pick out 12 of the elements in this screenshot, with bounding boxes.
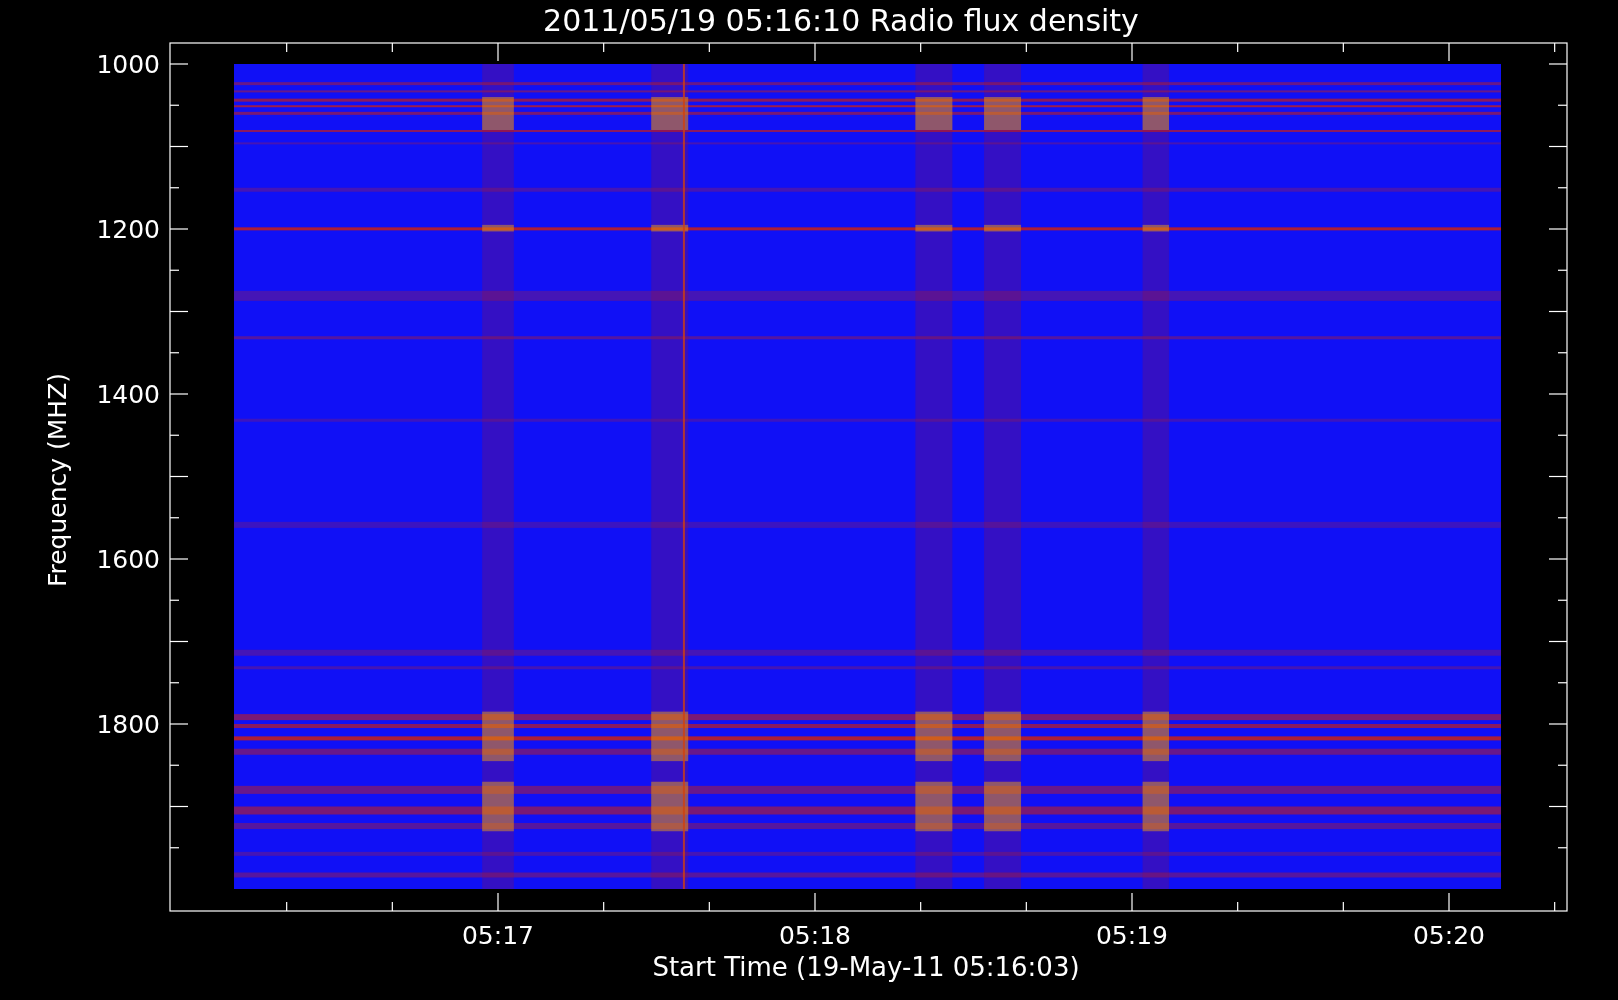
chart-title: 2011/05/19 05:16:10 Radio flux density	[543, 3, 1139, 38]
x-tick-label: 05:18	[779, 921, 851, 950]
y-axis-label: Frequency (MHZ)	[43, 372, 72, 588]
x-tick-label: 05:17	[462, 921, 534, 950]
x-axis-label: Start Time (19-May-11 05:16:03)	[652, 952, 1080, 982]
x-tick-label: 05:20	[1413, 921, 1485, 950]
y-tick-label: 1600	[96, 545, 160, 574]
y-tick-label: 1400	[96, 380, 160, 409]
y-tick-label: 1200	[96, 215, 160, 244]
y-tick-label: 1800	[96, 710, 160, 739]
x-tick-label: 05:19	[1096, 921, 1168, 950]
y-tick-label: 1000	[96, 50, 160, 79]
